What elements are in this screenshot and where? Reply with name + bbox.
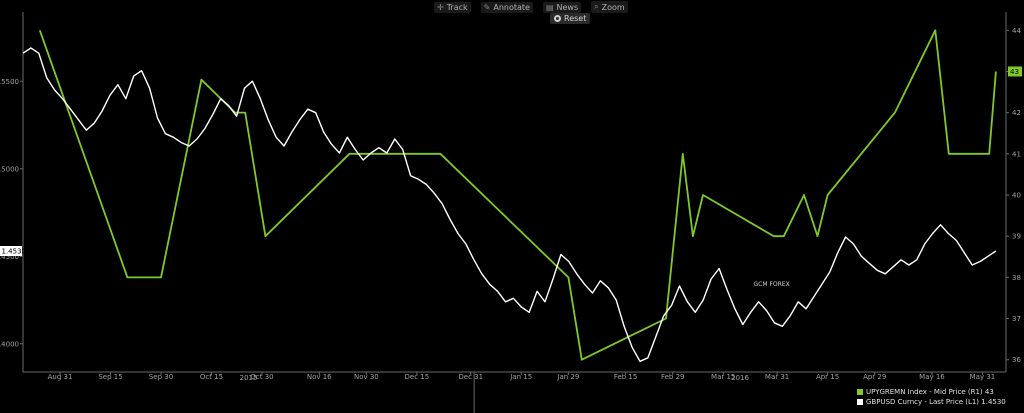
x-tick-label: Feb 15 — [614, 373, 638, 381]
chart-annotation: GCM FOREX — [754, 281, 790, 288]
x-tick-label: Feb 29 — [661, 373, 685, 381]
legend-label-green: UPYGREMN Index - Mid Price (R1) 43 — [866, 388, 994, 396]
x-tick-label: Dec 31 — [458, 373, 483, 381]
line-chart[interactable]: 1.55001.50001.45001.40004443424140393837… — [0, 0, 1024, 413]
x-tick-label: Sep 30 — [149, 373, 173, 381]
right-tick-label: 44 — [1012, 27, 1021, 35]
x-tick-label: May 31 — [970, 373, 996, 381]
left-tick-label: 1.5500 — [0, 78, 19, 86]
last-value-left-label: 1.4530 — [2, 248, 27, 256]
series-line-gbpusd — [22, 47, 997, 362]
x-tick-label: May 16 — [919, 373, 945, 381]
chart-legend: UPYGREMN Index - Mid Price (R1) 43 GBPUS… — [857, 387, 1006, 407]
legend-label-white: GBPUSD Curncy - Last Price (L1) 1.4530 — [866, 398, 1006, 406]
x-tick-label: Jan 15 — [509, 373, 532, 381]
right-tick-label: 42 — [1012, 109, 1021, 117]
right-tick-label: 38 — [1012, 274, 1021, 282]
right-tick-label: 40 — [1012, 192, 1021, 200]
chart-root: ✛ Track ✎ Annotate ▤ News ⌕ Zoom Reset 1… — [0, 0, 1024, 413]
year-label-2015: 2015 — [240, 374, 258, 382]
left-tick-label: 1.4000 — [0, 340, 19, 348]
x-tick-label: Nov 16 — [307, 373, 332, 381]
x-tick-label: Aug 31 — [48, 373, 73, 381]
right-tick-label: 36 — [1012, 356, 1021, 364]
left-tick-label: 1.5000 — [0, 165, 19, 173]
x-tick-label: Dec 15 — [405, 373, 430, 381]
x-tick-label: Oct 15 — [200, 373, 223, 381]
x-tick-label: Nov 30 — [354, 373, 379, 381]
legend-swatch-white — [857, 399, 863, 405]
x-tick-label: Apr 29 — [863, 373, 886, 381]
x-tick-label: Sep 15 — [98, 373, 122, 381]
legend-entry-green: UPYGREMN Index - Mid Price (R1) 43 — [857, 387, 1006, 397]
right-tick-label: 41 — [1012, 150, 1021, 158]
series-line-upygremn — [38, 29, 997, 361]
legend-entry-white: GBPUSD Curncy - Last Price (L1) 1.4530 — [857, 397, 1006, 407]
x-tick-label: Jan 29 — [556, 373, 579, 381]
x-tick-label: Mar 31 — [765, 373, 789, 381]
last-value-right-label: 43 — [1010, 68, 1019, 76]
legend-swatch-green — [857, 389, 863, 395]
year-label-2016: 2016 — [731, 374, 749, 382]
right-tick-label: 37 — [1012, 315, 1021, 323]
right-tick-label: 39 — [1012, 233, 1021, 241]
x-tick-label: Apr 15 — [816, 373, 839, 381]
